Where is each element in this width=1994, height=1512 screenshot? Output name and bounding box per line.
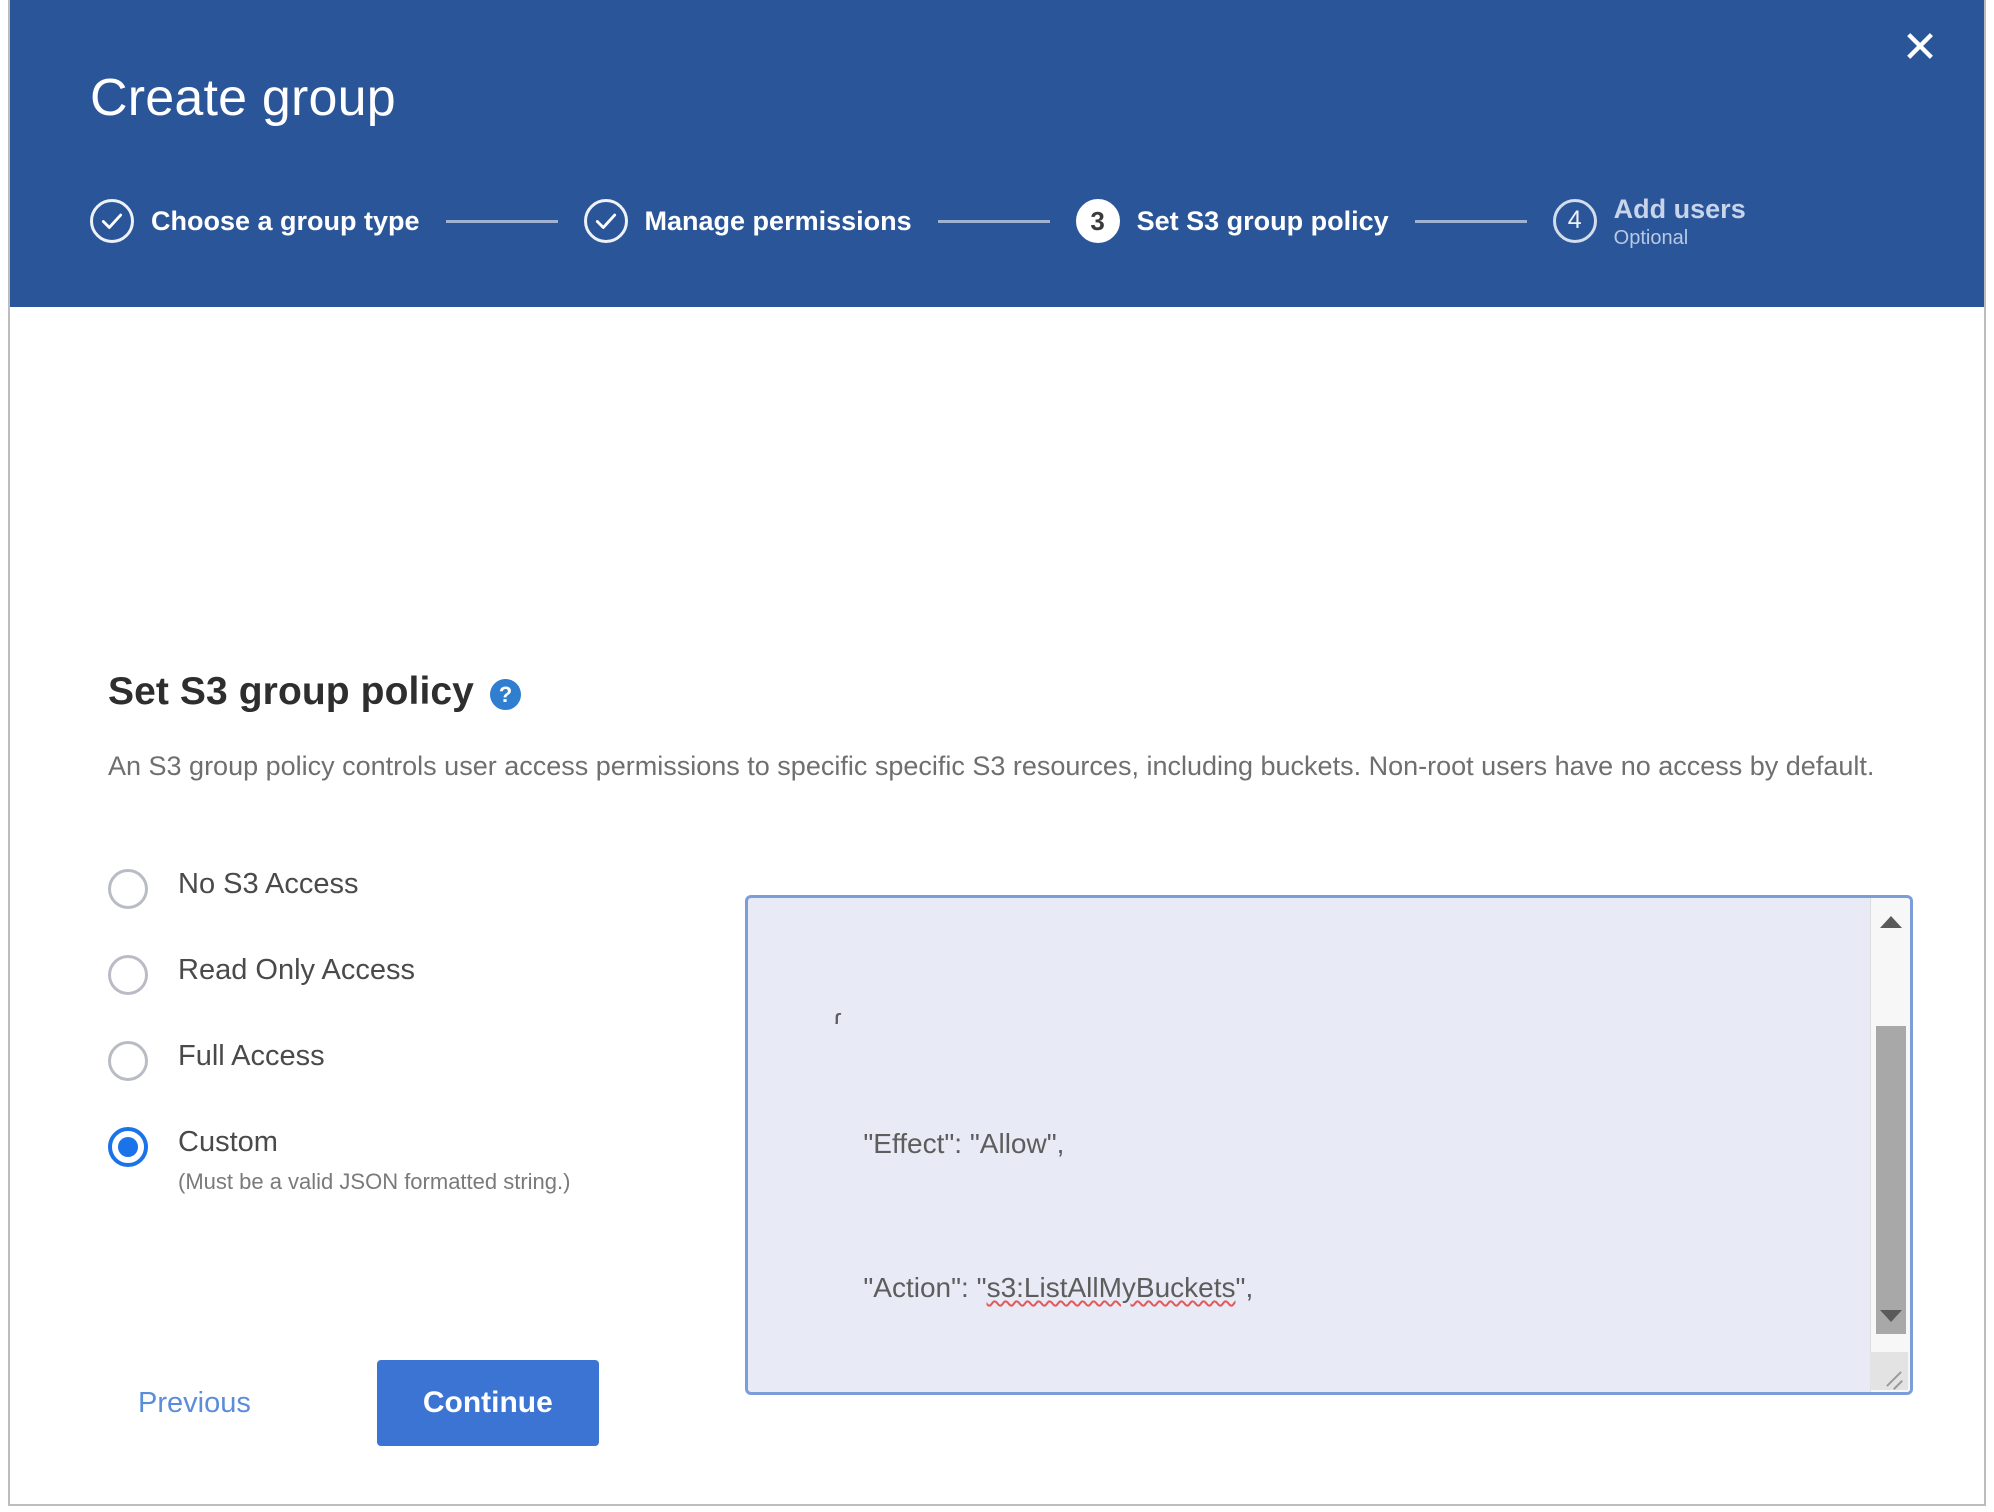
policy-line: "Action": "s3:ListAllMyBuckets", (770, 1272, 1254, 1303)
stepper: Choose a group type Manage permissions 3 (90, 186, 1746, 256)
modal-body: Set S3 group policy ? An S3 group policy… (10, 307, 1984, 1504)
radio-label: Full Access (178, 1040, 325, 1072)
editor-vertical-scrollbar[interactable] (1870, 898, 1910, 1392)
step-connector (937, 219, 1050, 223)
policy-json-text[interactable]: { "Effect": "Allow", "Action": "s3:ListA… (748, 898, 1860, 1392)
radio-option-read-only-access[interactable]: Read Only Access (108, 953, 668, 995)
continue-button[interactable]: Continue (376, 1360, 599, 1446)
step-label: Add users (1613, 193, 1746, 224)
step-sublabel: Optional (1613, 227, 1689, 250)
create-group-modal: ✕ Create group Choose a group type Manag… (8, 0, 1986, 1506)
section-description: An S3 group policy controls user access … (108, 751, 1875, 781)
radio-option-custom[interactable]: Custom (Must be a valid JSON formatted s… (108, 1125, 668, 1196)
modal-header: ✕ Create group Choose a group type Manag… (10, 0, 1984, 307)
help-icon[interactable]: ? (489, 679, 521, 710)
step-connector (1414, 219, 1527, 223)
s3-policy-radio-group: No S3 Access Read Only Access Full Acces… (108, 867, 668, 1196)
policy-line: { (770, 1008, 842, 1024)
radio-label: Read Only Access (178, 954, 415, 986)
step-choose-a-group-type[interactable]: Choose a group type (90, 199, 420, 243)
scroll-up-arrow-icon[interactable] (1871, 904, 1910, 940)
previous-button[interactable]: Previous (138, 1387, 251, 1420)
step-label: Choose a group type (151, 205, 420, 236)
radio-hint: (Must be a valid JSON formatted string.) (178, 1169, 571, 1195)
step-label: Manage permissions (644, 205, 912, 236)
radio-indicator-selected[interactable] (108, 1127, 148, 1167)
step-number-badge: 3 (1075, 199, 1120, 243)
section-title-row: Set S3 group policy ? (108, 670, 521, 714)
radio-label: No S3 Access (178, 868, 359, 900)
scroll-down-arrow-icon[interactable] (1871, 1298, 1910, 1334)
radio-indicator[interactable] (108, 1041, 148, 1081)
scrollbar-thumb[interactable] (1876, 1026, 1906, 1334)
modal-footer: Previous Continue (10, 1360, 1984, 1446)
radio-option-full-access[interactable]: Full Access (108, 1039, 668, 1081)
page-title: Create group (90, 69, 396, 127)
radio-indicator[interactable] (108, 955, 148, 995)
step-complete-check-icon (90, 199, 134, 243)
step-add-users[interactable]: 4 Add users Optional (1552, 193, 1746, 250)
step-manage-permissions[interactable]: Manage permissions (583, 199, 912, 243)
close-icon[interactable]: ✕ (1892, 22, 1948, 78)
radio-label: Custom (178, 1126, 278, 1158)
step-set-s3-group-policy[interactable]: 3 Set S3 group policy (1075, 199, 1389, 243)
step-label: Set S3 group policy (1136, 205, 1389, 236)
step-complete-check-icon (583, 199, 628, 243)
radio-indicator[interactable] (108, 869, 148, 909)
section-heading: Set S3 group policy (108, 670, 474, 713)
policy-json-editor[interactable]: { "Effect": "Allow", "Action": "s3:ListA… (745, 895, 1913, 1395)
radio-option-no-s3-access[interactable]: No S3 Access (108, 867, 668, 909)
policy-line: "Effect": "Allow", (770, 1128, 1065, 1159)
step-connector (445, 219, 558, 223)
step-number-badge: 4 (1552, 198, 1597, 243)
